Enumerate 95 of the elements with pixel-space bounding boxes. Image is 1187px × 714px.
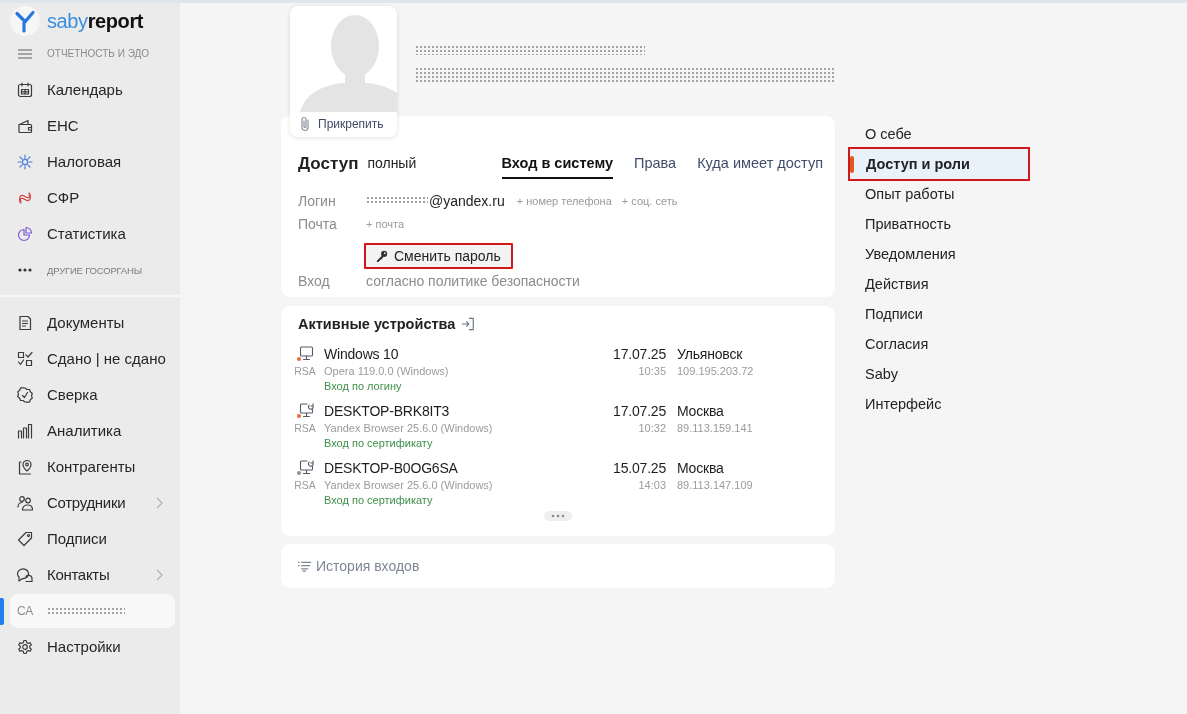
wallet-icon <box>17 118 33 134</box>
tab[interactable]: Куда имеет доступ <box>697 150 823 179</box>
monitor-sync-icon <box>298 403 314 418</box>
key-icon <box>376 250 388 262</box>
nav-item[interactable]: Сотрудники <box>10 486 175 520</box>
tab[interactable]: Права <box>634 150 677 179</box>
access-type: полный <box>367 154 417 173</box>
login-method: Вход по логину <box>324 379 402 394</box>
user-initials: CA <box>17 604 33 618</box>
tag-icon <box>17 531 33 547</box>
more-nav-item[interactable]: ДРУГИЕ ГОСОРГАНЫ <box>10 253 175 287</box>
field-value: согласно политике безопасности <box>366 272 581 289</box>
device-name: DESKTOP-BRK8IT3 <box>324 402 450 421</box>
nav-item[interactable]: ЕНС <box>10 109 175 143</box>
section-menu-item[interactable]: Saby <box>848 359 1030 389</box>
history-link[interactable]: История входов <box>298 558 420 574</box>
login-time: 10:32 <box>638 421 666 436</box>
attach-button[interactable]: Прикрепить <box>290 112 397 137</box>
document-icon <box>17 315 33 331</box>
section-menu-item[interactable]: Действия <box>848 269 1030 299</box>
section-menu-item[interactable]: Интерфейс <box>848 389 1030 419</box>
logo-icon[interactable] <box>10 6 40 36</box>
ip-address: 109.195.203.72 <box>677 364 754 379</box>
login-date: 15.07.25 <box>613 459 666 478</box>
nav-item[interactable]: Документы <box>10 306 175 340</box>
pie-chart-icon <box>17 226 33 242</box>
ip-address: 89.113.159.141 <box>677 421 753 436</box>
device-name: Windows 10 <box>324 345 399 364</box>
field-value: @yandex.ru <box>429 192 505 209</box>
tab[interactable]: Вход в систему <box>501 150 613 179</box>
bar-chart-icon <box>17 423 33 439</box>
nav-item[interactable]: Контакты <box>10 558 175 592</box>
nav-item[interactable]: Календарь <box>10 73 175 107</box>
nav-item[interactable]: Контрагенты <box>10 450 175 484</box>
section-menu-item[interactable]: Согласия <box>848 329 1030 359</box>
check-badge-icon <box>17 387 33 403</box>
monitor-icon <box>298 346 314 361</box>
nav-item[interactable]: Подписи <box>10 522 175 556</box>
city-name: Москва <box>677 459 724 478</box>
field-label: Логин <box>298 192 337 209</box>
section-menu-item[interactable]: Подписи <box>848 299 1030 329</box>
map-pin-icon <box>17 459 33 475</box>
nav-item[interactable]: Налоговая <box>10 145 175 179</box>
section-menu-item[interactable]: О себе <box>848 119 1030 149</box>
dots-icon <box>18 268 32 272</box>
section-menu-item[interactable]: Опыт работы <box>848 179 1030 209</box>
selection-indicator <box>0 597 4 625</box>
login-method: Вход по сертификату <box>324 493 433 508</box>
field-label: Вход <box>298 272 331 289</box>
device-name: DESKTOP-B0OG6SA <box>324 459 458 478</box>
nav-item[interactable]: Настройки <box>10 630 175 664</box>
nav-item[interactable]: Аналитика <box>10 414 175 448</box>
ip-address: 89.113.147.109 <box>677 478 753 493</box>
paperclip-icon <box>300 115 310 132</box>
swirl-icon <box>17 190 33 206</box>
login-icon[interactable] <box>461 317 476 331</box>
field-label: Почта <box>298 215 338 232</box>
login-time: 14:03 <box>638 478 666 493</box>
city-name: Ульяновск <box>677 345 743 364</box>
section-heading: Активные устройства <box>298 316 456 332</box>
nav-item[interactable]: Сверка <box>10 378 175 412</box>
more-button[interactable] <box>544 511 572 521</box>
login-time: 10:35 <box>638 364 666 379</box>
key-type-label: RSA <box>294 421 316 435</box>
monitor-sync-icon <box>298 460 314 475</box>
browser-info: Yandex Browser 25.6.0 (Windows) <box>324 421 493 436</box>
section-menu-item[interactable]: Уведомления <box>848 239 1030 269</box>
dots-icon <box>551 514 565 518</box>
chat-icon <box>17 567 33 583</box>
menu-icon[interactable] <box>18 49 32 59</box>
section-menu-item[interactable]: Приватность <box>848 209 1030 239</box>
browser-info: Yandex Browser 25.6.0 (Windows) <box>324 478 493 493</box>
city-name: Москва <box>677 402 724 421</box>
chevron-right-icon <box>156 497 163 509</box>
checklist-icon <box>17 351 33 367</box>
key-type-label: RSA <box>294 364 316 378</box>
people-icon <box>17 495 33 511</box>
section-menu-item[interactable]: Доступ и роли <box>848 147 1030 181</box>
section-title: ОТЧЕТНОСТЬ И ЭДО <box>47 48 150 60</box>
login-date: 17.07.25 <box>613 402 666 421</box>
settings-icon <box>17 639 33 655</box>
calendar-icon <box>17 82 33 98</box>
chevron-right-icon <box>156 569 163 581</box>
logo-text: sabyreport <box>47 9 144 33</box>
sun-icon <box>17 154 33 170</box>
browser-info: Opera 119.0.0 (Windows) <box>324 364 449 379</box>
list-icon <box>298 560 311 572</box>
key-type-label: RSA <box>294 478 316 492</box>
change-password-button[interactable]: Сменить пароль <box>364 243 513 269</box>
nav-item[interactable]: Статистика <box>10 217 175 251</box>
login-date: 17.07.25 <box>613 345 666 364</box>
section-heading: Доступ <box>298 153 359 175</box>
nav-item[interactable]: СФР <box>10 181 175 215</box>
nav-item[interactable]: Сдано | не сдано <box>10 342 175 376</box>
login-method: Вход по сертификату <box>324 436 433 451</box>
